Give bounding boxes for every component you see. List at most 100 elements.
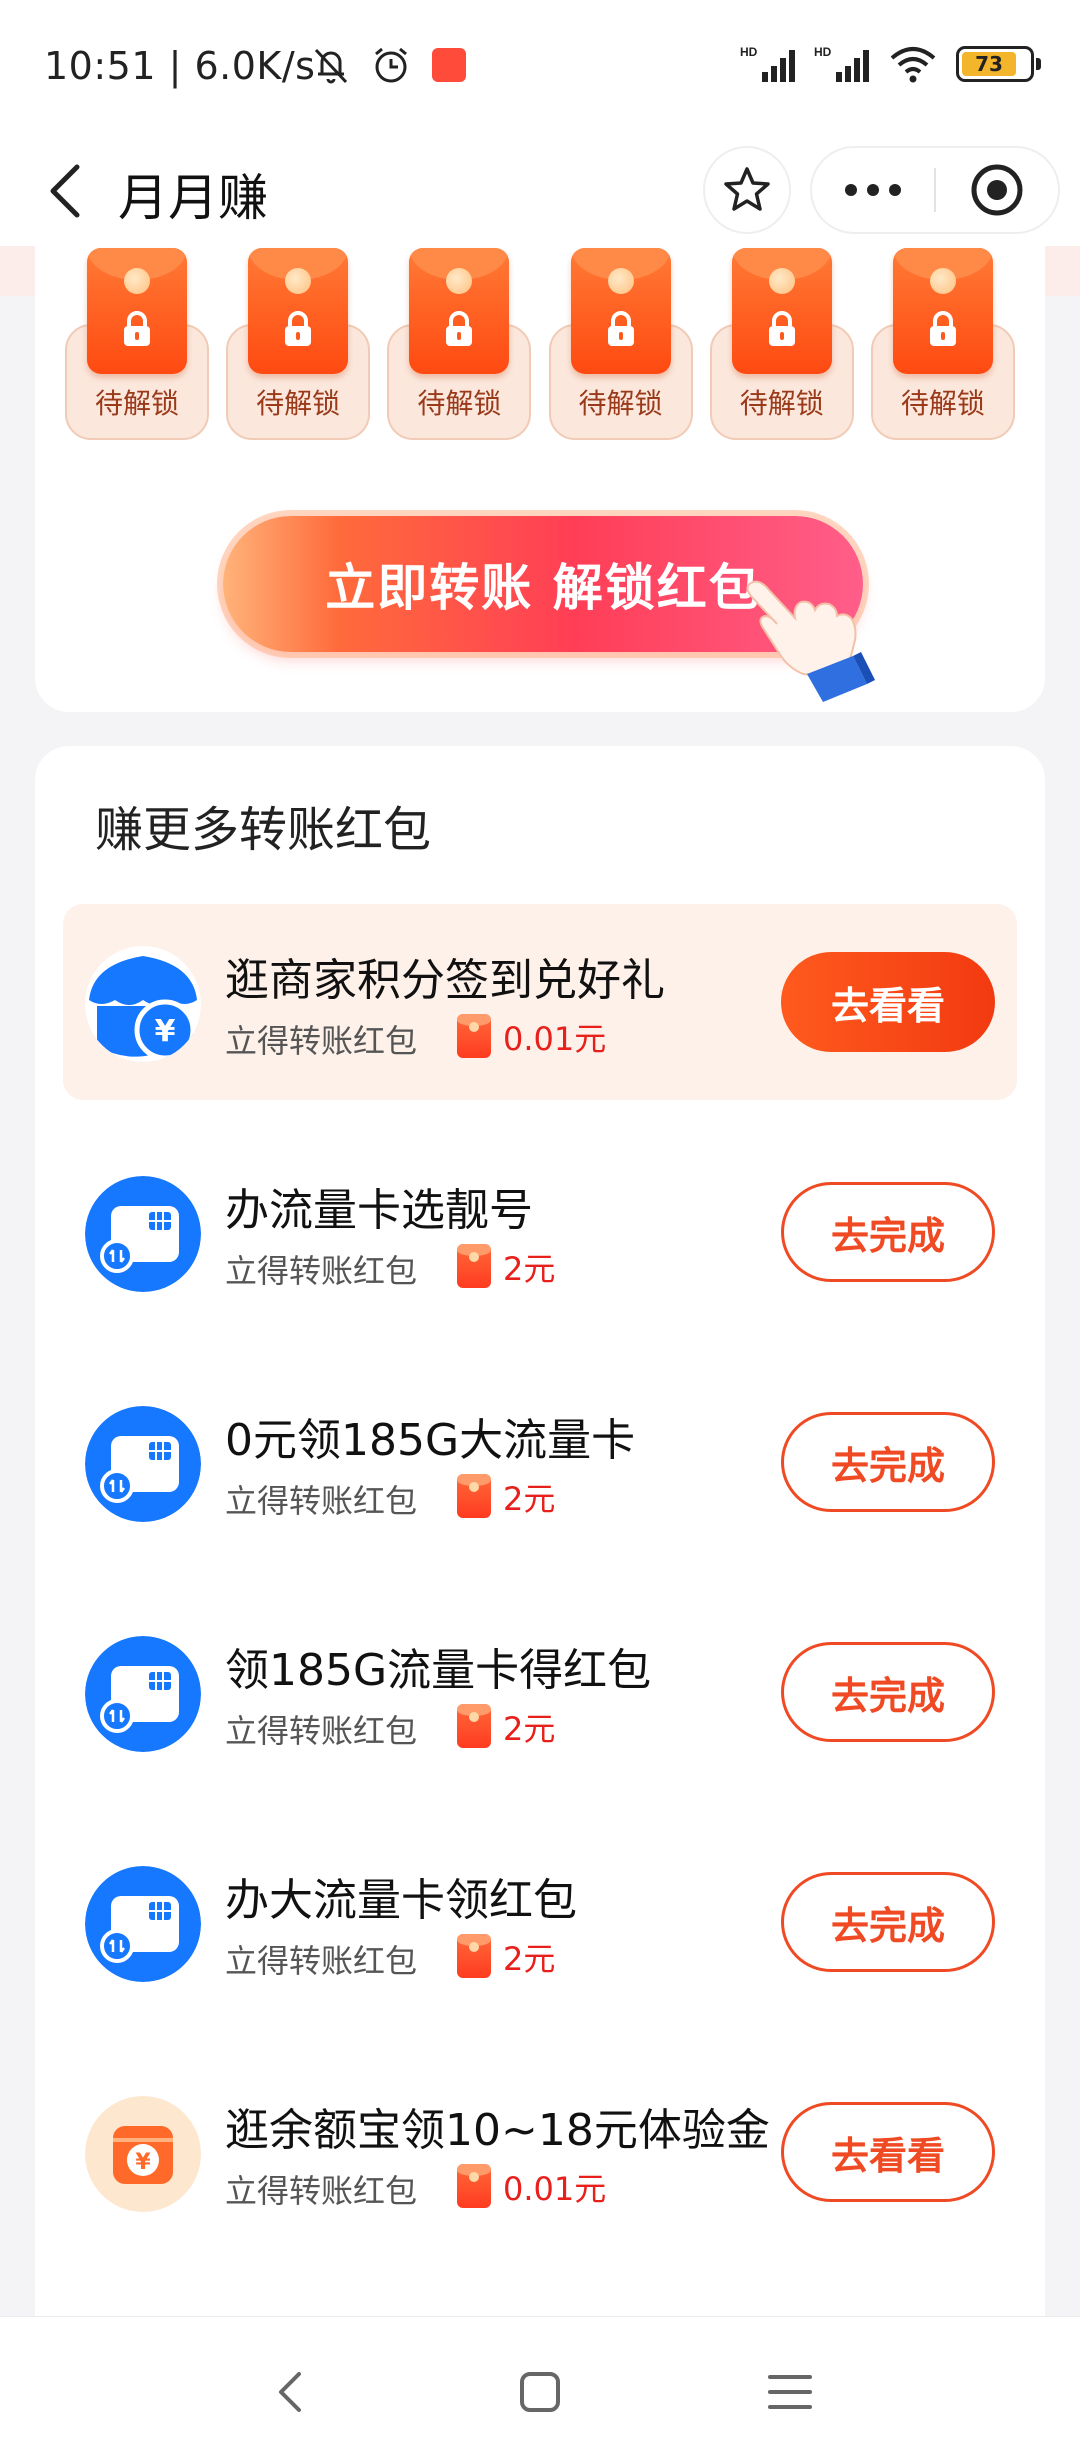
locked-envelope[interactable]: 待解锁 xyxy=(548,248,693,440)
task-row: ¥ 逛商家积分签到兑好礼 立得转账红包 0.01元 去看看 xyxy=(63,904,1017,1100)
complete-button[interactable]: 去完成 xyxy=(781,1412,995,1512)
star-icon xyxy=(724,167,770,211)
go-look-button[interactable]: 去看看 xyxy=(781,2102,995,2202)
task-title: 逛商家积分签到兑好礼 xyxy=(225,955,665,1006)
task-reward: 2元 xyxy=(503,1250,556,1288)
system-home-button[interactable] xyxy=(505,2357,575,2427)
red-envelope-icon xyxy=(457,1704,491,1748)
section-title: 赚更多转账红包 xyxy=(95,802,432,858)
task-title: 领185G流量卡得红包 xyxy=(225,1645,652,1696)
locked-envelope[interactable]: 待解锁 xyxy=(65,248,209,440)
alarm-icon xyxy=(375,47,407,83)
complete-button[interactable]: 去完成 xyxy=(781,1182,995,1282)
system-nav-bar xyxy=(0,2316,1080,2460)
hd-signal-icon: HD xyxy=(814,45,869,82)
task-reward: 2元 xyxy=(503,1710,556,1748)
battery-icon: 73 xyxy=(956,46,1041,82)
task-subtitle: 立得转账红包 xyxy=(225,2172,418,2210)
scroll-content[interactable]: 待解锁 待解锁 待解锁 待解锁 待解锁 待解锁 立即转账 解锁红包 赚更多转账红… xyxy=(0,246,1080,2316)
pointing-hand-icon xyxy=(746,580,875,702)
envelope-label: 待解锁 xyxy=(578,387,663,420)
red-envelope-icon xyxy=(409,248,510,374)
yuebao-icon: ¥ xyxy=(85,2096,201,2212)
status-bar: 10:51 | 6.0K/s HD HD 73 xyxy=(0,0,1080,136)
hd-signal-icon: HD xyxy=(740,45,795,82)
task-row: 领185G流量卡得红包 立得转账红包 2元 去完成 xyxy=(63,1594,1017,1790)
home-square-icon xyxy=(520,2372,560,2412)
nav-bar: 月月赚 xyxy=(0,136,1080,246)
task-reward: 2元 xyxy=(503,1940,556,1978)
more-button[interactable] xyxy=(812,148,934,232)
envelope-label: 待解锁 xyxy=(417,387,502,420)
tasks-card: 赚更多转账红包 ¥ 逛商家积分签到兑好礼 立得转账红包 0.01元 去看看 办流… xyxy=(35,746,1045,2316)
task-row: 办流量卡选靓号 立得转账红包 2元 去完成 xyxy=(63,1134,1017,1330)
task-subtitle: 立得转账红包 xyxy=(225,1942,418,1980)
more-icon xyxy=(845,184,901,196)
lock-icon xyxy=(124,311,150,346)
system-menu-button[interactable] xyxy=(755,2357,825,2427)
close-target-icon xyxy=(971,164,1023,216)
lock-icon xyxy=(607,311,634,346)
back-button[interactable] xyxy=(30,156,100,226)
task-reward: 0.01元 xyxy=(503,1020,607,1058)
red-envelope-icon xyxy=(570,248,671,374)
task-reward: 0.01元 xyxy=(503,2170,607,2208)
envelope-label: 待解锁 xyxy=(94,387,179,420)
status-time: 10:51 | 6.0K/s xyxy=(44,44,316,88)
complete-button[interactable]: 去完成 xyxy=(781,1872,995,1972)
locked-envelope[interactable]: 待解锁 xyxy=(870,248,1015,440)
red-envelope-icon xyxy=(457,1014,491,1058)
task-subtitle: 立得转账红包 xyxy=(225,1712,418,1750)
chevron-left-icon xyxy=(279,2372,301,2412)
shop-yuan-icon: ¥ xyxy=(85,946,201,1062)
red-envelope-icon xyxy=(457,2164,491,2208)
envelope-label: 待解锁 xyxy=(256,387,341,420)
task-subtitle: 立得转账红包 xyxy=(225,1482,418,1520)
task-title: 办流量卡选靓号 xyxy=(225,1185,533,1236)
envelope-label: 待解锁 xyxy=(900,387,985,420)
task-title: 逛余额宝领10~18元体验金 xyxy=(225,2105,770,2156)
menu-lines-icon xyxy=(768,2375,812,2409)
locked-envelope[interactable]: 待解锁 xyxy=(709,248,854,440)
red-envelope-icon xyxy=(457,1244,491,1288)
envelope-row: 待解锁 待解锁 待解锁 待解锁 待解锁 待解锁 xyxy=(65,248,1015,440)
lock-icon xyxy=(446,311,473,346)
task-row: 0元领185G大流量卡 立得转账红包 2元 去完成 xyxy=(63,1364,1017,1560)
close-button[interactable] xyxy=(936,148,1058,232)
task-subtitle: 立得转账红包 xyxy=(225,1252,418,1290)
sim-card-icon xyxy=(85,1176,201,1292)
complete-button[interactable]: 去完成 xyxy=(781,1642,995,1742)
lock-icon xyxy=(285,311,312,346)
go-look-button[interactable]: 去看看 xyxy=(781,952,995,1052)
task-title: 0元领185G大流量卡 xyxy=(225,1415,636,1466)
envelope-label: 待解锁 xyxy=(739,387,824,420)
favorite-button[interactable] xyxy=(703,146,791,234)
red-envelope-icon xyxy=(457,1474,491,1518)
red-envelope-icon xyxy=(731,248,832,374)
task-subtitle: 立得转账红包 xyxy=(225,1022,418,1060)
locked-envelope[interactable]: 待解锁 xyxy=(387,248,532,440)
red-envelope-icon xyxy=(248,248,349,374)
clock-text: 10:51 xyxy=(44,44,157,88)
svg-text:¥: ¥ xyxy=(135,2150,151,2175)
system-back-button[interactable] xyxy=(255,2357,325,2427)
battery-level: 73 xyxy=(962,52,1017,76)
red-envelope-icon xyxy=(457,1934,491,1978)
page-title: 月月赚 xyxy=(118,169,268,227)
app-notification-icon xyxy=(432,48,466,82)
task-reward: 2元 xyxy=(503,1480,556,1518)
task-row: 办大流量卡领红包 立得转账红包 2元 去完成 xyxy=(63,1824,1017,2020)
svg-text:HD: HD xyxy=(740,45,758,59)
wifi-icon xyxy=(890,47,936,83)
menu-capsule xyxy=(810,146,1060,234)
task-title: 办大流量卡领红包 xyxy=(225,1875,577,1926)
envelope-card: 待解锁 待解锁 待解锁 待解锁 待解锁 待解锁 立即转账 解锁红包 xyxy=(35,246,1045,712)
status-right: HD HD 73 xyxy=(740,44,1041,84)
lock-icon xyxy=(929,311,956,346)
locked-envelope[interactable]: 待解锁 xyxy=(226,248,371,440)
back-arrow-icon xyxy=(50,164,80,218)
red-envelope-icon xyxy=(87,248,187,374)
svg-text:HD: HD xyxy=(814,45,832,59)
task-row: ¥ 逛余额宝领10~18元体验金 立得转账红包 0.01元 去看看 xyxy=(63,2054,1017,2250)
svg-text:¥: ¥ xyxy=(155,1014,176,1049)
